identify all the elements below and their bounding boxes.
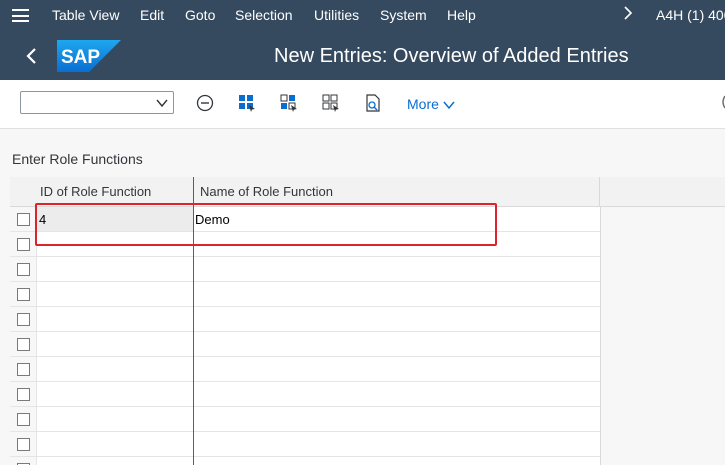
- row-selector[interactable]: [10, 307, 37, 331]
- menu-utilities[interactable]: Utilities: [314, 7, 359, 23]
- row-checkbox[interactable]: [17, 263, 30, 276]
- row-checkbox[interactable]: [17, 313, 30, 326]
- row-checkbox[interactable]: [17, 288, 30, 301]
- row-selector[interactable]: [10, 207, 37, 231]
- table-row[interactable]: [10, 307, 600, 332]
- row-selector[interactable]: [10, 332, 37, 356]
- row-checkbox[interactable]: [17, 338, 30, 351]
- title-bar: SAP New Entries: Overview of Added Entri…: [0, 32, 725, 80]
- toolbar: More: [0, 80, 725, 129]
- table-row[interactable]: [10, 382, 600, 407]
- row-selector[interactable]: [10, 407, 37, 431]
- system-info: A4H (1) 400: [656, 7, 725, 23]
- row-checkbox[interactable]: [17, 363, 30, 376]
- table-row[interactable]: [10, 407, 600, 432]
- command-field-dropdown[interactable]: [20, 91, 174, 114]
- row-selector[interactable]: [10, 382, 37, 406]
- menu-edit[interactable]: Edit: [140, 7, 164, 23]
- sap-logo: SAP: [57, 40, 121, 72]
- column-header-name[interactable]: Name of Role Function: [200, 184, 333, 199]
- row-selector[interactable]: [10, 232, 37, 256]
- chevron-down-icon: [443, 101, 455, 110]
- header-separator: [599, 177, 600, 207]
- select-block-icon[interactable]: [280, 94, 298, 112]
- menu-table-view[interactable]: Table View: [52, 7, 119, 23]
- back-arrow-icon[interactable]: [22, 44, 42, 68]
- print-preview-icon[interactable]: [364, 94, 382, 112]
- table-row[interactable]: [10, 432, 600, 457]
- section-title: Enter Role Functions: [12, 151, 143, 167]
- row-selector[interactable]: [10, 432, 37, 456]
- deselect-all-icon[interactable]: [322, 94, 340, 112]
- deselect-icon[interactable]: [196, 94, 214, 112]
- highlight-annotation: [35, 203, 497, 246]
- table-row[interactable]: [10, 282, 600, 307]
- table-row[interactable]: [10, 257, 600, 282]
- table-row[interactable]: [10, 357, 600, 382]
- svg-text:SAP: SAP: [61, 47, 100, 68]
- more-label: More: [407, 96, 439, 112]
- row-checkbox[interactable]: [17, 238, 30, 251]
- row-selector[interactable]: [10, 357, 37, 381]
- row-checkbox[interactable]: [17, 213, 30, 226]
- menu-bar: Table View Edit Goto Selection Utilities…: [0, 0, 725, 32]
- more-button[interactable]: More: [407, 96, 455, 112]
- toolbar-overflow-icon[interactable]: [720, 94, 725, 113]
- chevron-down-icon: [156, 99, 168, 108]
- row-selector[interactable]: [10, 257, 37, 281]
- menu-system[interactable]: System: [380, 7, 427, 23]
- column-header-id[interactable]: ID of Role Function: [40, 184, 151, 199]
- select-all-icon[interactable]: [238, 94, 256, 112]
- row-selector[interactable]: [10, 282, 37, 306]
- row-checkbox[interactable]: [17, 413, 30, 426]
- table-row[interactable]: [10, 457, 600, 465]
- chevron-right-icon[interactable]: [623, 6, 633, 24]
- page-title: New Entries: Overview of Added Entries: [274, 45, 629, 67]
- menu-help[interactable]: Help: [447, 7, 476, 23]
- menu-goto[interactable]: Goto: [185, 7, 215, 23]
- table-row[interactable]: [10, 332, 600, 357]
- row-selector[interactable]: [10, 457, 37, 465]
- menu-selection[interactable]: Selection: [235, 7, 293, 23]
- row-checkbox[interactable]: [17, 388, 30, 401]
- hamburger-menu-icon[interactable]: [12, 9, 29, 22]
- row-checkbox[interactable]: [17, 438, 30, 451]
